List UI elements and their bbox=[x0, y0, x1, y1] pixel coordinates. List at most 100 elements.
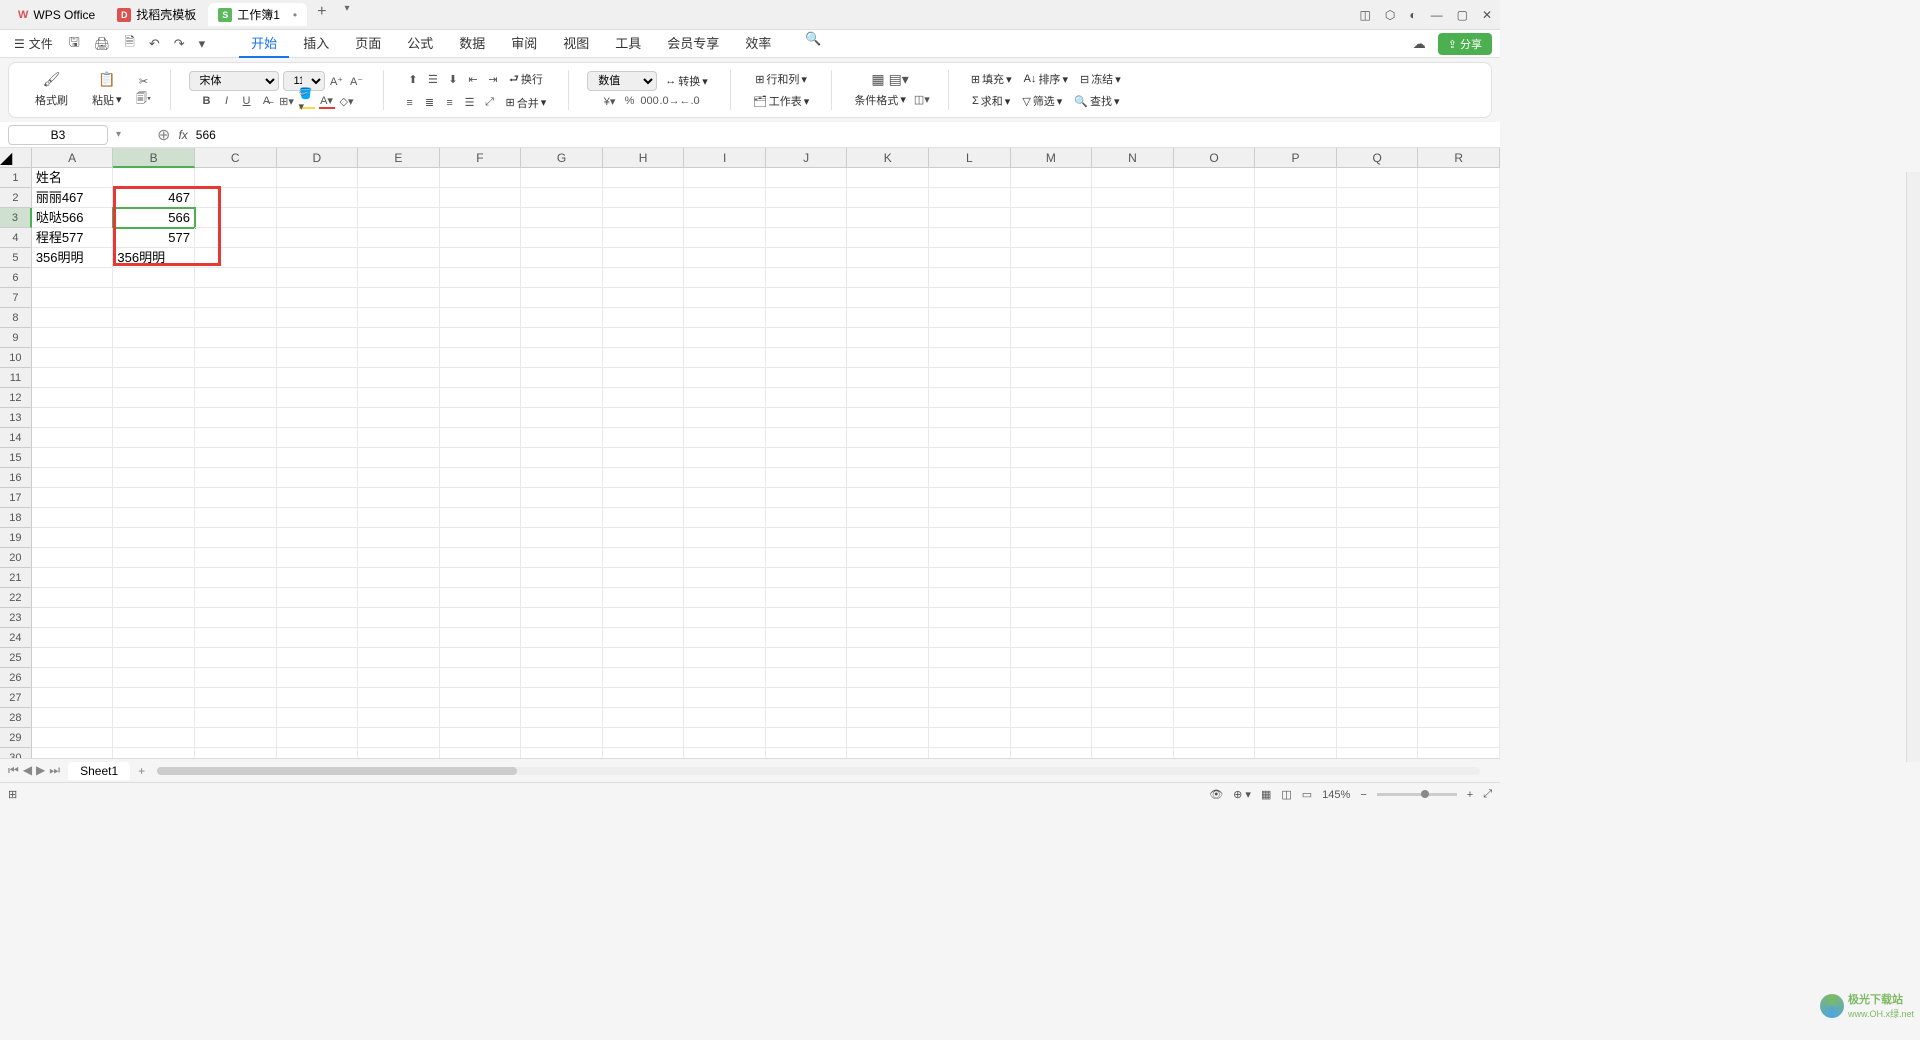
cell[interactable] bbox=[929, 628, 1011, 648]
cell[interactable] bbox=[195, 268, 277, 288]
eye-icon[interactable]: 👁 bbox=[1209, 788, 1223, 801]
cell[interactable] bbox=[358, 408, 440, 428]
cell[interactable] bbox=[358, 628, 440, 648]
cell[interactable] bbox=[847, 668, 929, 688]
cell[interactable] bbox=[195, 628, 277, 648]
cell[interactable] bbox=[1337, 248, 1419, 268]
cell[interactable] bbox=[440, 608, 522, 628]
cell[interactable] bbox=[1092, 368, 1174, 388]
cell[interactable] bbox=[1092, 348, 1174, 368]
cell[interactable] bbox=[929, 668, 1011, 688]
cell[interactable] bbox=[358, 288, 440, 308]
zoom-slider[interactable] bbox=[1377, 793, 1457, 796]
cell[interactable] bbox=[195, 508, 277, 528]
row-header[interactable]: 11 bbox=[0, 368, 32, 388]
cell[interactable] bbox=[684, 708, 766, 728]
cell[interactable] bbox=[1092, 308, 1174, 328]
cell[interactable] bbox=[277, 168, 359, 188]
cell[interactable] bbox=[32, 548, 114, 568]
cell[interactable] bbox=[603, 528, 685, 548]
cell[interactable] bbox=[766, 308, 848, 328]
cell[interactable] bbox=[32, 368, 114, 388]
cell[interactable] bbox=[113, 388, 195, 408]
cell[interactable] bbox=[1337, 508, 1419, 528]
cell[interactable] bbox=[847, 428, 929, 448]
cell[interactable] bbox=[277, 508, 359, 528]
cell[interactable] bbox=[358, 568, 440, 588]
cell[interactable] bbox=[440, 688, 522, 708]
cell[interactable] bbox=[603, 628, 685, 648]
cell[interactable] bbox=[358, 168, 440, 188]
cell[interactable] bbox=[1011, 328, 1093, 348]
cell[interactable] bbox=[440, 508, 522, 528]
cell[interactable] bbox=[1011, 188, 1093, 208]
cell[interactable] bbox=[113, 608, 195, 628]
cell[interactable] bbox=[766, 328, 848, 348]
cell[interactable] bbox=[113, 568, 195, 588]
percent-icon[interactable]: % bbox=[622, 93, 638, 109]
fill-color-icon[interactable]: 🪣▾ bbox=[299, 93, 315, 109]
cell[interactable] bbox=[603, 268, 685, 288]
cell[interactable] bbox=[766, 168, 848, 188]
row-header[interactable]: 28 bbox=[0, 708, 32, 728]
cell[interactable] bbox=[766, 248, 848, 268]
cell[interactable] bbox=[766, 588, 848, 608]
cell[interactable] bbox=[847, 688, 929, 708]
print-preview-icon[interactable]: 🗎 bbox=[120, 31, 138, 57]
row-header[interactable]: 27 bbox=[0, 688, 32, 708]
cell[interactable] bbox=[521, 508, 603, 528]
expand-icon[interactable]: ⊕ bbox=[157, 125, 170, 145]
maximize-button[interactable]: ▢ bbox=[1457, 8, 1468, 22]
cell[interactable] bbox=[1011, 588, 1093, 608]
save-icon[interactable]: 🖫 bbox=[65, 31, 84, 57]
filter-button[interactable]: ▽ 筛选 ▾ bbox=[1018, 91, 1066, 111]
cell[interactable] bbox=[358, 388, 440, 408]
cell[interactable] bbox=[1011, 668, 1093, 688]
row-header[interactable]: 8 bbox=[0, 308, 32, 328]
cell[interactable] bbox=[113, 268, 195, 288]
cell[interactable] bbox=[32, 648, 114, 668]
search-icon[interactable]: 🔍 bbox=[801, 29, 825, 58]
cell[interactable] bbox=[929, 208, 1011, 228]
cell[interactable] bbox=[1418, 528, 1500, 548]
cell[interactable] bbox=[766, 468, 848, 488]
cell[interactable] bbox=[847, 548, 929, 568]
cell[interactable] bbox=[195, 308, 277, 328]
cell[interactable] bbox=[929, 648, 1011, 668]
cell[interactable] bbox=[358, 748, 440, 758]
find-button[interactable]: 🔍 查找 ▾ bbox=[1070, 91, 1123, 111]
cell[interactable] bbox=[1011, 368, 1093, 388]
cell[interactable] bbox=[1418, 568, 1500, 588]
cell[interactable] bbox=[847, 308, 929, 328]
cell[interactable] bbox=[358, 368, 440, 388]
cell[interactable] bbox=[603, 228, 685, 248]
cell[interactable] bbox=[521, 328, 603, 348]
orientation-icon[interactable]: ⤢ bbox=[482, 95, 498, 111]
cell[interactable] bbox=[195, 568, 277, 588]
cell[interactable] bbox=[277, 688, 359, 708]
cell[interactable] bbox=[766, 268, 848, 288]
cell[interactable] bbox=[521, 728, 603, 748]
cell[interactable] bbox=[1092, 608, 1174, 628]
cell[interactable] bbox=[113, 368, 195, 388]
cell[interactable] bbox=[1337, 408, 1419, 428]
tab-data[interactable]: 数据 bbox=[447, 29, 497, 58]
cell[interactable] bbox=[1174, 708, 1256, 728]
cell[interactable] bbox=[358, 228, 440, 248]
cell[interactable] bbox=[684, 608, 766, 628]
cell[interactable] bbox=[1418, 348, 1500, 368]
app-tab-template[interactable]: D 找稻壳模板 bbox=[107, 3, 206, 26]
cell[interactable] bbox=[440, 328, 522, 348]
cell[interactable] bbox=[1174, 428, 1256, 448]
cell[interactable] bbox=[521, 448, 603, 468]
cell[interactable] bbox=[1092, 688, 1174, 708]
col-header[interactable]: G bbox=[521, 148, 603, 168]
cell[interactable] bbox=[847, 608, 929, 628]
cell[interactable] bbox=[847, 288, 929, 308]
cell[interactable] bbox=[1418, 408, 1500, 428]
cell[interactable] bbox=[113, 548, 195, 568]
cell[interactable] bbox=[1092, 488, 1174, 508]
cell[interactable] bbox=[1011, 688, 1093, 708]
cell[interactable] bbox=[32, 408, 114, 428]
cell[interactable] bbox=[440, 348, 522, 368]
